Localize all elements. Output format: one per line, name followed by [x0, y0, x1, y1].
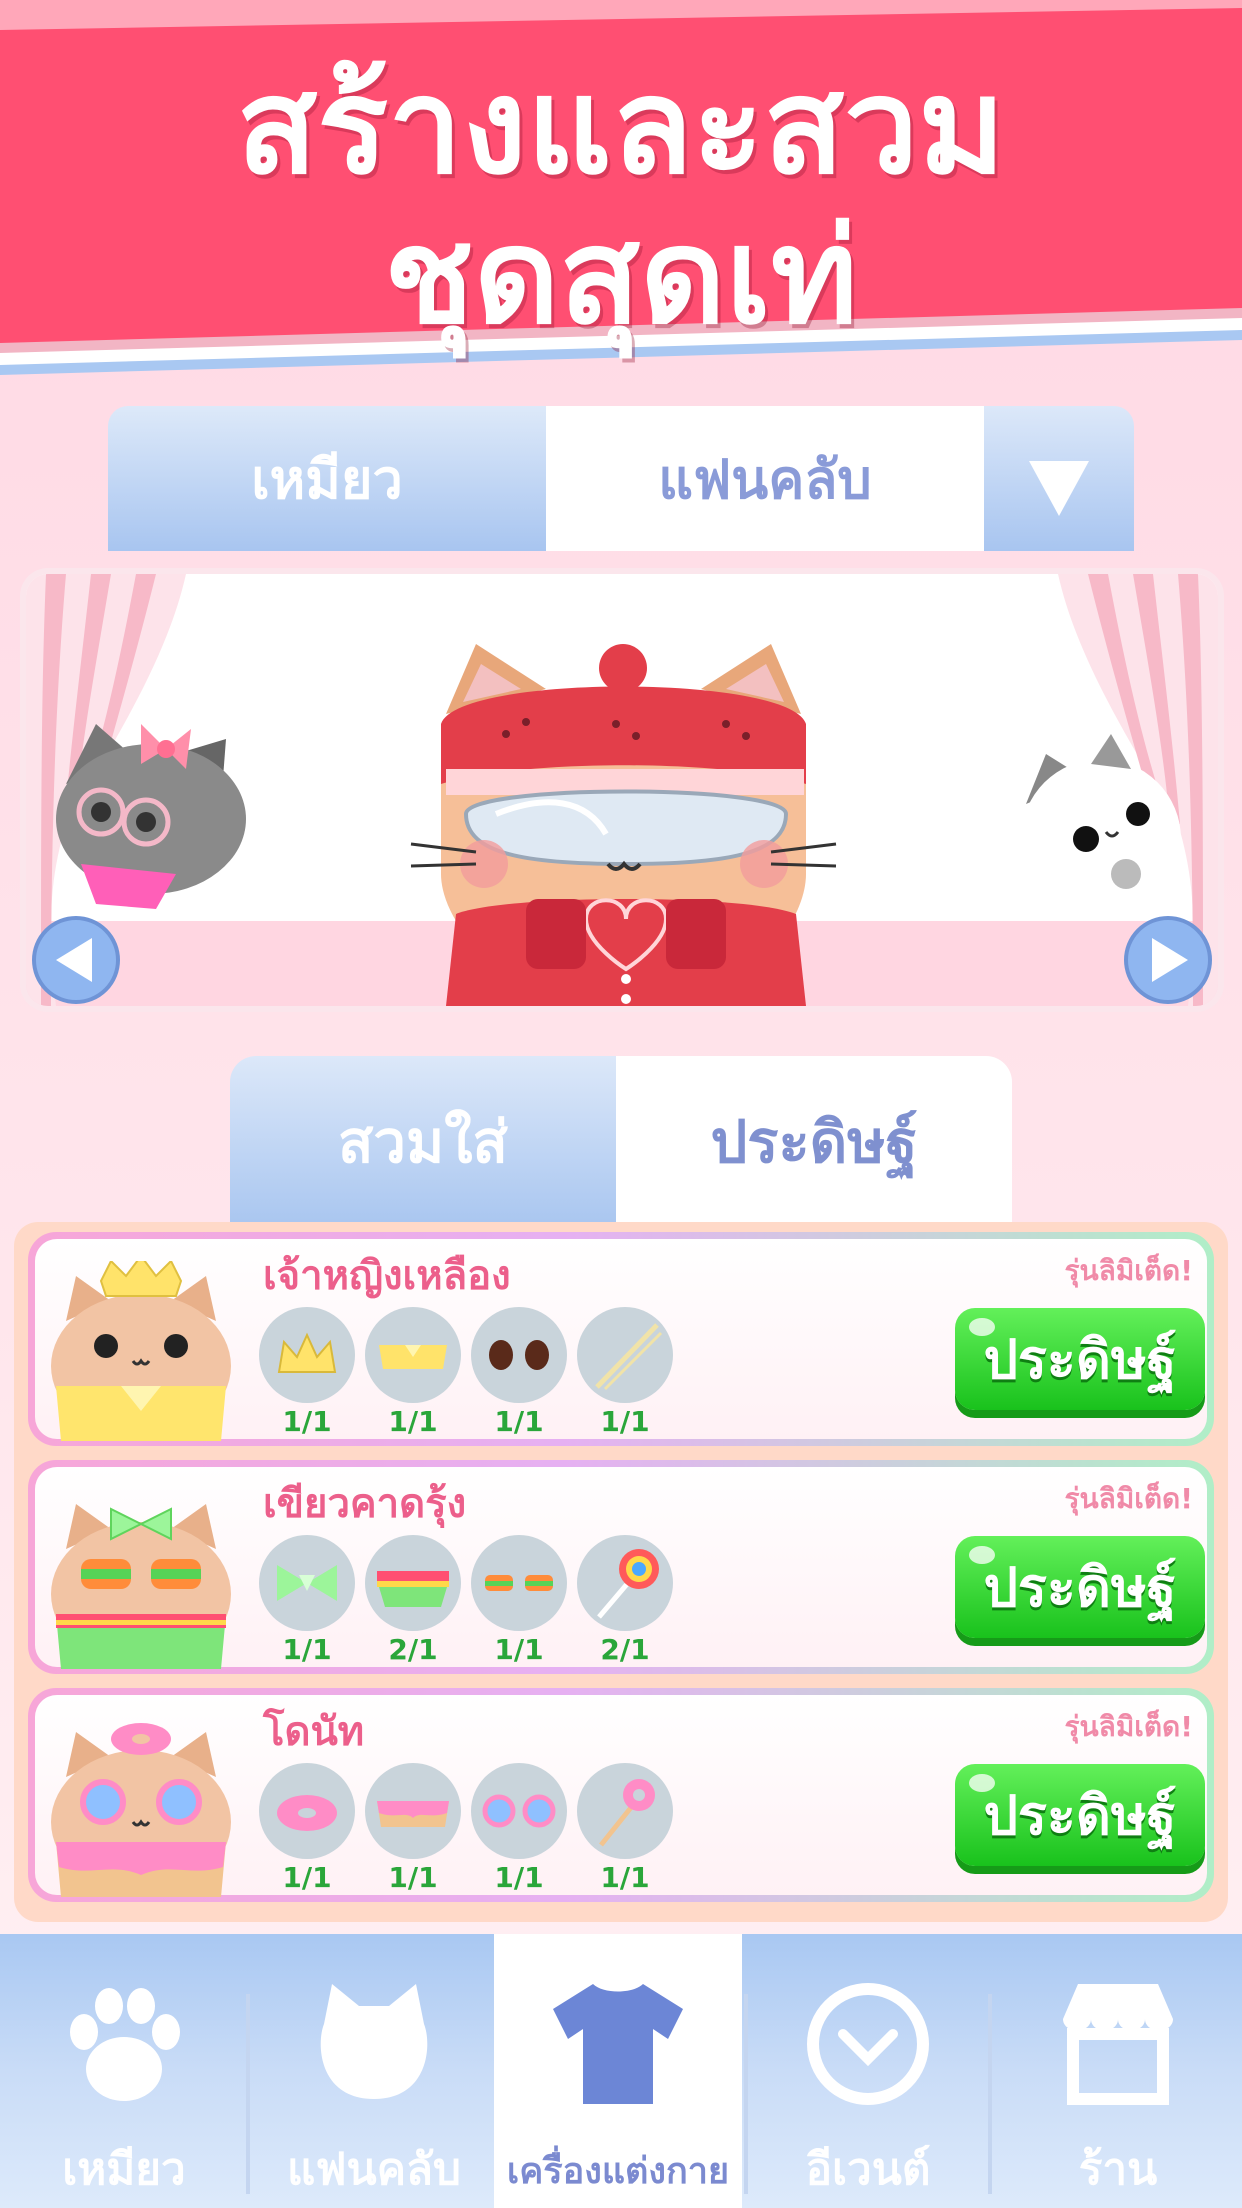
limited-badge: รุ่นลิมิเต็ด!	[1064, 1710, 1193, 1743]
ingredient-count: 1/1	[600, 1861, 650, 1894]
ingredient-count: 1/1	[282, 1633, 332, 1666]
shop-icon	[1063, 1984, 1173, 2105]
craft-button-label: ประดิษฐ์	[983, 1784, 1177, 1847]
donut-top-icon	[377, 1801, 449, 1827]
eyes-icon	[489, 1340, 549, 1370]
stage-next-button[interactable]	[1122, 914, 1214, 1006]
rainbow-glasses-icon	[485, 1575, 553, 1591]
arrow-left-icon	[32, 916, 120, 1004]
ingredient-count: 2/1	[600, 1633, 650, 1666]
tab-fanclub[interactable]: แฟนคลับ	[546, 406, 984, 551]
craft-button-label: ประดิษฐ์	[983, 1556, 1177, 1619]
ingredient-wand[interactable]	[577, 1307, 673, 1403]
ingredient-glasses[interactable]	[471, 1763, 567, 1859]
promo-banner: สร้างและสวม ชุดสุดเท่	[0, 0, 1242, 420]
banner-title: สร้างและสวม ชุดสุดเท่	[0, 52, 1242, 352]
outfit-preview-cat	[51, 1504, 231, 1669]
app-screen: สร้างและสวม ชุดสุดเท่ เหมียว แฟนคลับ สวม…	[0, 0, 1242, 2208]
crown-icon	[277, 1332, 337, 1373]
limited-badge: รุ่นลิมิเต็ด!	[1064, 1254, 1193, 1287]
triangle-down-icon	[1029, 461, 1089, 516]
outfit-list: เจ้าหญิงเหลือง รุ่นลิมิเต็ด! 1/1 1/1 1/1…	[14, 1222, 1228, 1922]
donut-icon	[277, 1795, 337, 1831]
ingredient-count: 1/1	[494, 1633, 544, 1666]
ingredient-wand[interactable]	[577, 1763, 673, 1859]
banner-title-line2: ชุดสุดเท่	[384, 200, 858, 354]
craft-button[interactable]: ประดิษฐ์	[955, 1308, 1205, 1410]
nav-label: ร้าน	[1078, 2144, 1158, 2195]
ingredient-glasses[interactable]	[471, 1535, 567, 1631]
nav-item-fanclub[interactable]: แฟนคลับ	[250, 1934, 498, 2208]
outfit-preview-cat	[51, 1723, 231, 1897]
side-cat-left	[56, 724, 246, 909]
tab-cats[interactable]: เหมียว	[108, 406, 546, 551]
outfit-card: เจ้าหญิงเหลือง รุ่นลิมิเต็ด! 1/1 1/1 1/1…	[28, 1232, 1214, 1446]
sub-tabs: สวมใส่ ประดิษฐ์	[230, 1056, 1012, 1226]
top-tabs: เหมียว แฟนคลับ	[108, 406, 1134, 551]
main-cat	[410, 644, 837, 1006]
outfit-title: เจ้าหญิงเหลือง	[263, 1253, 511, 1299]
nav-item-events[interactable]: อีเวนต์	[744, 1934, 992, 2208]
ingredient-count: 1/1	[494, 1861, 544, 1894]
outfit-card: เขียวคาดรุ้ง รุ่นลิมิเต็ด! 1/1 2/1 1/1 2…	[28, 1460, 1214, 1674]
cat-stage	[26, 574, 1218, 1006]
ingredient-crown[interactable]	[259, 1307, 355, 1403]
tab-wear[interactable]: สวมใส่	[230, 1056, 616, 1226]
tab-craft[interactable]: ประดิษฐ์	[616, 1056, 1012, 1226]
limited-badge: รุ่นลิมิเต็ด!	[1064, 1482, 1193, 1515]
nav-item-shop[interactable]: ร้าน	[994, 1934, 1242, 2208]
nav-label: อีเวนต์	[805, 2144, 931, 2195]
nav-divider	[988, 1994, 992, 2194]
clock-icon	[807, 1983, 929, 2105]
ingredient-count: 2/1	[388, 1633, 438, 1666]
rainbow-top-icon	[377, 1571, 449, 1607]
outfit-card: โดนัท รุ่นลิมิเต็ด! 1/1 1/1 1/1 1/1 ประด…	[28, 1688, 1214, 1902]
craft-button[interactable]: ประดิษฐ์	[955, 1764, 1205, 1866]
yellow-top-icon	[379, 1345, 447, 1369]
cat-head-icon	[320, 1984, 428, 2099]
outfit-preview-cat	[51, 1261, 231, 1441]
bottom-nav: เหมียว แฟนคลับ เครื่องแต่งกาย อีเวนต์ ร้…	[0, 1934, 1242, 2208]
lollipop-icon	[597, 1549, 659, 1619]
ingredient-top[interactable]	[365, 1535, 461, 1631]
paw-icon	[70, 1988, 180, 2101]
nav-label: เครื่องแต่งกาย	[506, 2151, 730, 2192]
ingredient-count: 1/1	[388, 1861, 438, 1894]
green-bow-icon	[277, 1565, 337, 1601]
ingredient-donut[interactable]	[259, 1763, 355, 1859]
ingredient-top[interactable]	[365, 1763, 461, 1859]
ingredient-top[interactable]	[365, 1307, 461, 1403]
ingredient-count: 1/1	[388, 1405, 438, 1438]
nav-item-cats[interactable]: เหมียว	[0, 1934, 248, 2208]
outfit-title: เขียวคาดรุ้ง	[263, 1481, 467, 1527]
ingredient-count: 1/1	[600, 1405, 650, 1438]
stage-scene	[26, 574, 1218, 1006]
shirt-icon	[553, 1984, 683, 2104]
dropdown-button[interactable]	[984, 406, 1134, 551]
ingredient-count: 1/1	[282, 1861, 332, 1894]
arrow-right-icon	[1124, 916, 1212, 1004]
stage-prev-button[interactable]	[30, 914, 122, 1006]
nav-label: เหมียว	[62, 2144, 186, 2195]
nav-item-costume[interactable]: เครื่องแต่งกาย	[494, 1934, 742, 2208]
outfit-title: โดนัท	[263, 1709, 365, 1755]
wand-icon	[595, 1323, 663, 1391]
ingredient-bow[interactable]	[259, 1535, 355, 1631]
nav-label: แฟนคลับ	[287, 2144, 461, 2195]
donut-wand-icon	[599, 1779, 655, 1847]
ingredient-eyes[interactable]	[471, 1307, 567, 1403]
donut-glasses-icon	[482, 1794, 556, 1828]
craft-button-label: ประดิษฐ์	[983, 1328, 1177, 1391]
ingredient-count: 1/1	[282, 1405, 332, 1438]
ingredient-lollipop[interactable]	[577, 1535, 673, 1631]
craft-button[interactable]: ประดิษฐ์	[955, 1536, 1205, 1638]
banner-title-line1: สร้างและสวม	[236, 50, 1006, 204]
ingredient-count: 1/1	[494, 1405, 544, 1438]
